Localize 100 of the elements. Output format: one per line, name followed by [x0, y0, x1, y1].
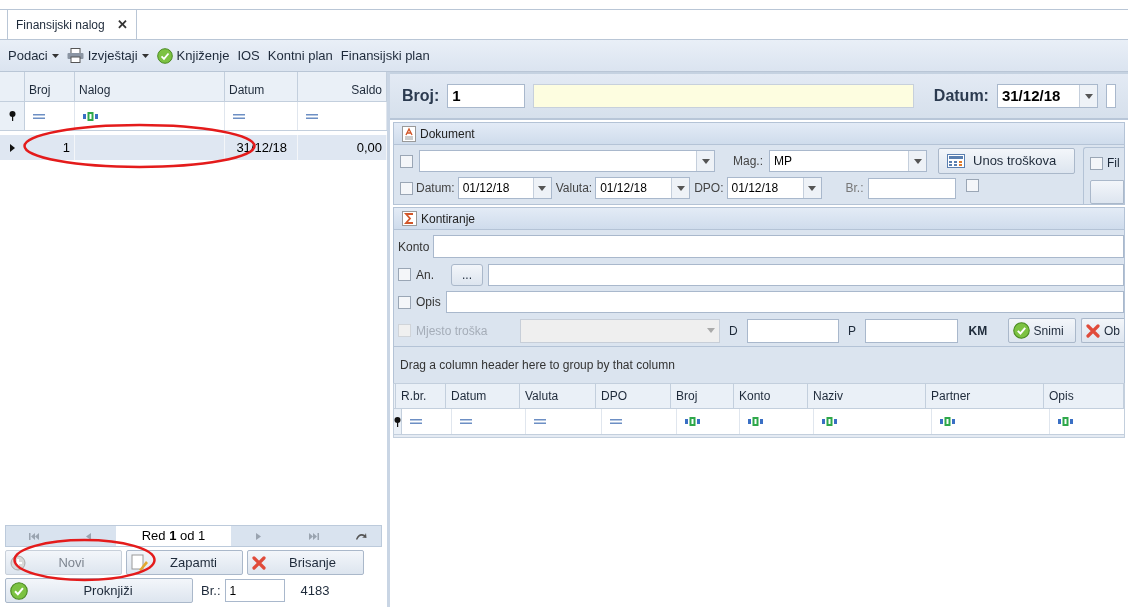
- check-icon: [10, 581, 28, 600]
- date-field[interactable]: 31/12/18: [996, 84, 1098, 108]
- previous-record-icon[interactable]: [86, 532, 91, 540]
- caret-icon: [1084, 93, 1093, 99]
- document-tab[interactable]: Finansijski nalog ✕: [7, 9, 137, 39]
- cost-center-combo[interactable]: [520, 318, 720, 343]
- field-label: Br.:: [845, 180, 864, 197]
- checkbox[interactable]: [398, 324, 411, 337]
- toolbar-button[interactable]: Kontni plan: [267, 45, 333, 66]
- text-filter-icon: [83, 111, 99, 121]
- number-field[interactable]: 1: [224, 579, 285, 602]
- section-header[interactable]: Dokument: [394, 123, 1124, 145]
- column-header[interactable]: Opis: [1044, 384, 1124, 408]
- post-button[interactable]: Proknjiži: [5, 578, 193, 603]
- field-label: Valuta:: [555, 180, 593, 197]
- pin-icon: [394, 416, 401, 427]
- number-field[interactable]: 1: [447, 84, 526, 108]
- column-header[interactable]: Konto: [734, 384, 808, 408]
- row-pointer-icon: [10, 143, 15, 152]
- field-label: DPO:: [694, 180, 724, 197]
- equals-filter-icon: [33, 113, 45, 119]
- toolbar-button[interactable]: Podaci: [8, 45, 59, 66]
- pin-icon: [8, 111, 16, 121]
- toolbar-button[interactable]: Izvještaji: [66, 45, 149, 66]
- sigma-icon: [402, 211, 417, 226]
- input-field[interactable]: [1106, 84, 1116, 108]
- browse-button[interactable]: ...: [451, 263, 483, 286]
- number-field[interactable]: [867, 177, 956, 199]
- checkbox[interactable]: [1090, 156, 1103, 170]
- refresh-icon[interactable]: [355, 532, 367, 540]
- caret-icon: [701, 158, 710, 164]
- description-field[interactable]: [533, 84, 914, 108]
- analytics-field[interactable]: [488, 263, 1124, 286]
- date-field[interactable]: 01/12/18: [726, 177, 822, 199]
- checkbox[interactable]: [965, 179, 979, 192]
- account-field[interactable]: [433, 235, 1124, 258]
- save-button[interactable]: Snimi: [1007, 318, 1076, 343]
- field-label: Datum:: [933, 86, 989, 106]
- side-button[interactable]: [1090, 180, 1124, 204]
- section-title: Kontiranje: [421, 210, 476, 228]
- caret-icon: [706, 328, 715, 333]
- caret-icon: [913, 158, 922, 164]
- count-label: 4183: [300, 581, 330, 600]
- column-header[interactable]: Partner: [926, 384, 1044, 408]
- cost-entry-button[interactable]: Unos troškova: [938, 148, 1075, 174]
- text-filter-icon: [1058, 417, 1074, 426]
- warehouse-combo[interactable]: MP: [769, 150, 927, 172]
- document-pencil-icon: [131, 553, 149, 572]
- toolbar-button[interactable]: Knjiženje: [156, 45, 230, 66]
- column-header[interactable]: R.br.: [396, 384, 446, 408]
- date-field[interactable]: 01/12/18: [457, 177, 552, 199]
- group-panel-hint: Drag a column header here to group by that column: [400, 357, 675, 374]
- section-title: Dokument: [420, 125, 475, 143]
- equals-filter-icon: [460, 419, 472, 424]
- column-header[interactable]: Broj: [25, 72, 75, 101]
- dropdown-button[interactable]: [532, 178, 551, 198]
- check-icon: [156, 47, 173, 64]
- toolbar-button[interactable]: Finansijski plan: [340, 45, 430, 66]
- column-header[interactable]: Datum: [446, 384, 520, 408]
- equals-filter-icon: [610, 419, 622, 424]
- caret-icon: [141, 53, 149, 58]
- column-header[interactable]: Nalog: [75, 72, 225, 101]
- first-record-icon[interactable]: [28, 532, 39, 540]
- text-filter-icon: [748, 417, 764, 426]
- printer-icon: [66, 48, 84, 63]
- action-button[interactable]: Zapamti: [126, 550, 243, 575]
- dropdown-button[interactable]: [696, 151, 714, 171]
- checkbox[interactable]: [400, 154, 413, 168]
- column-header[interactable]: Saldo: [298, 72, 387, 101]
- next-record-icon[interactable]: [256, 532, 261, 540]
- cancel-button[interactable]: Ob: [1080, 318, 1124, 343]
- column-header[interactable]: Broj: [671, 384, 734, 408]
- description-field[interactable]: [445, 291, 1124, 313]
- section-header[interactable]: Kontiranje: [394, 208, 1124, 230]
- toolbar-button[interactable]: IOS: [237, 45, 260, 66]
- caret-icon: [51, 53, 59, 58]
- dropdown-button[interactable]: [1079, 85, 1097, 107]
- checkbox[interactable]: [398, 268, 411, 281]
- action-button[interactable]: Brisanje: [247, 550, 364, 575]
- checkbox[interactable]: [400, 181, 413, 195]
- column-header[interactable]: Naziv: [808, 384, 926, 408]
- checkbox[interactable]: [398, 295, 411, 309]
- field-label: Opis: [416, 294, 441, 311]
- text-filter-icon: [940, 417, 956, 426]
- table-cell: 1: [25, 135, 75, 160]
- dropdown-button[interactable]: [802, 178, 821, 198]
- field-label: P: [848, 322, 857, 340]
- column-header[interactable]: DPO: [596, 384, 671, 408]
- add-icon: [10, 554, 26, 571]
- date-field[interactable]: 01/12/18: [595, 177, 691, 199]
- debit-field[interactable]: [746, 318, 840, 343]
- credit-field[interactable]: [865, 318, 958, 343]
- close-icon[interactable]: ✕: [116, 14, 128, 35]
- column-header[interactable]: Datum: [225, 72, 298, 101]
- dropdown-button[interactable]: [908, 151, 926, 171]
- last-record-icon[interactable]: [308, 532, 319, 540]
- close-icon: [1085, 323, 1100, 338]
- column-header[interactable]: Valuta: [520, 384, 596, 408]
- dropdown-button[interactable]: [671, 178, 690, 198]
- table-cell: 0,00: [298, 135, 387, 160]
